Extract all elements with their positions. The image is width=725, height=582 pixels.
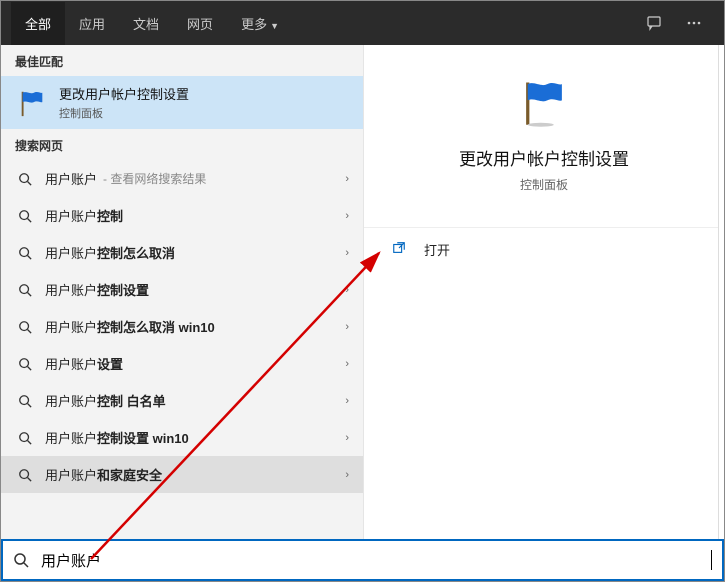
chevron-right-icon: › — [345, 210, 349, 222]
web-result-item[interactable]: 用户账户设置 › — [1, 345, 363, 382]
chevron-right-icon: › — [345, 173, 349, 185]
web-result-label: 用户账户控制 白名单 — [45, 391, 166, 410]
web-result-item[interactable]: 用户账户 - 查看网络搜索结果 › — [1, 160, 363, 197]
best-match-subtitle: 控制面板 — [59, 105, 189, 121]
tab-all[interactable]: 全部 — [11, 2, 65, 45]
results-list: 最佳匹配 更改用户帐户控制设置 控制面板 搜索网页 用户账户 - 查看网络搜索结… — [1, 45, 363, 539]
chevron-down-icon: ▼ — [270, 21, 279, 31]
search-icon — [15, 357, 35, 371]
flag-icon-large — [512, 75, 576, 129]
web-result-label: 用户账户设置 — [45, 354, 123, 373]
web-result-aux: - 查看网络搜索结果 — [103, 170, 206, 187]
web-result-item[interactable]: 用户账户控制 › — [1, 197, 363, 234]
results-body: 最佳匹配 更改用户帐户控制设置 控制面板 搜索网页 用户账户 - 查看网络搜索结… — [1, 45, 724, 539]
search-input[interactable] — [41, 552, 713, 569]
best-match-title: 更改用户帐户控制设置 — [59, 84, 189, 103]
preview-subtitle: 控制面板 — [384, 176, 704, 193]
text-caret — [711, 550, 712, 570]
web-result-label: 用户账户控制 — [45, 206, 123, 225]
preview-title: 更改用户帐户控制设置 — [384, 145, 704, 170]
search-icon — [13, 552, 33, 568]
flag-icon — [15, 86, 49, 120]
search-icon — [15, 320, 35, 334]
tab-more[interactable]: 更多▼ — [227, 2, 293, 45]
search-bar[interactable] — [1, 539, 724, 581]
search-icon — [15, 172, 35, 186]
search-icon — [15, 394, 35, 408]
web-result-item[interactable]: 用户账户控制设置 win10 › — [1, 419, 363, 456]
web-result-item[interactable]: 用户账户控制怎么取消 › — [1, 234, 363, 271]
section-web-search: 搜索网页 — [1, 129, 363, 160]
search-icon — [15, 209, 35, 223]
chevron-right-icon: › — [345, 358, 349, 370]
feedback-icon[interactable] — [634, 15, 674, 31]
search-window: 全部 应用 文档 网页 更多▼ 最佳匹配 — [0, 0, 725, 582]
search-icon — [15, 468, 35, 482]
open-action[interactable]: 打开 — [364, 228, 724, 271]
chevron-right-icon: › — [345, 432, 349, 444]
web-result-label: 用户账户控制设置 — [45, 280, 149, 299]
search-icon — [15, 246, 35, 260]
web-result-item[interactable]: 用户账户控制设置 › — [1, 271, 363, 308]
tab-web[interactable]: 网页 — [173, 2, 227, 45]
options-icon[interactable] — [674, 15, 714, 31]
web-result-label: 用户账户 — [45, 169, 97, 188]
open-icon — [392, 241, 410, 258]
chevron-right-icon: › — [345, 321, 349, 333]
search-icon — [15, 283, 35, 297]
best-match-item[interactable]: 更改用户帐户控制设置 控制面板 — [1, 76, 363, 129]
web-result-label: 用户账户和家庭安全 — [45, 465, 162, 484]
search-icon — [15, 431, 35, 445]
web-result-item[interactable]: 用户账户和家庭安全 › — [1, 456, 363, 493]
open-label: 打开 — [424, 240, 450, 259]
header-tabs: 全部 应用 文档 网页 更多▼ — [1, 1, 724, 45]
chevron-right-icon: › — [345, 247, 349, 259]
chevron-right-icon: › — [345, 395, 349, 407]
web-result-item[interactable]: 用户账户控制怎么取消 win10 › — [1, 308, 363, 345]
web-result-label: 用户账户控制设置 win10 — [45, 428, 189, 447]
web-result-label: 用户账户控制怎么取消 — [45, 243, 175, 262]
chevron-right-icon: › — [345, 284, 349, 296]
best-match-text: 更改用户帐户控制设置 控制面板 — [59, 84, 189, 121]
right-edge — [718, 45, 724, 539]
section-best-match: 最佳匹配 — [1, 45, 363, 76]
web-result-label: 用户账户控制怎么取消 win10 — [45, 317, 215, 336]
preview-panel: 更改用户帐户控制设置 控制面板 打开 — [363, 45, 724, 539]
tab-docs[interactable]: 文档 — [119, 2, 173, 45]
web-result-item[interactable]: 用户账户控制 白名单 › — [1, 382, 363, 419]
chevron-right-icon: › — [345, 469, 349, 481]
tab-apps[interactable]: 应用 — [65, 2, 119, 45]
